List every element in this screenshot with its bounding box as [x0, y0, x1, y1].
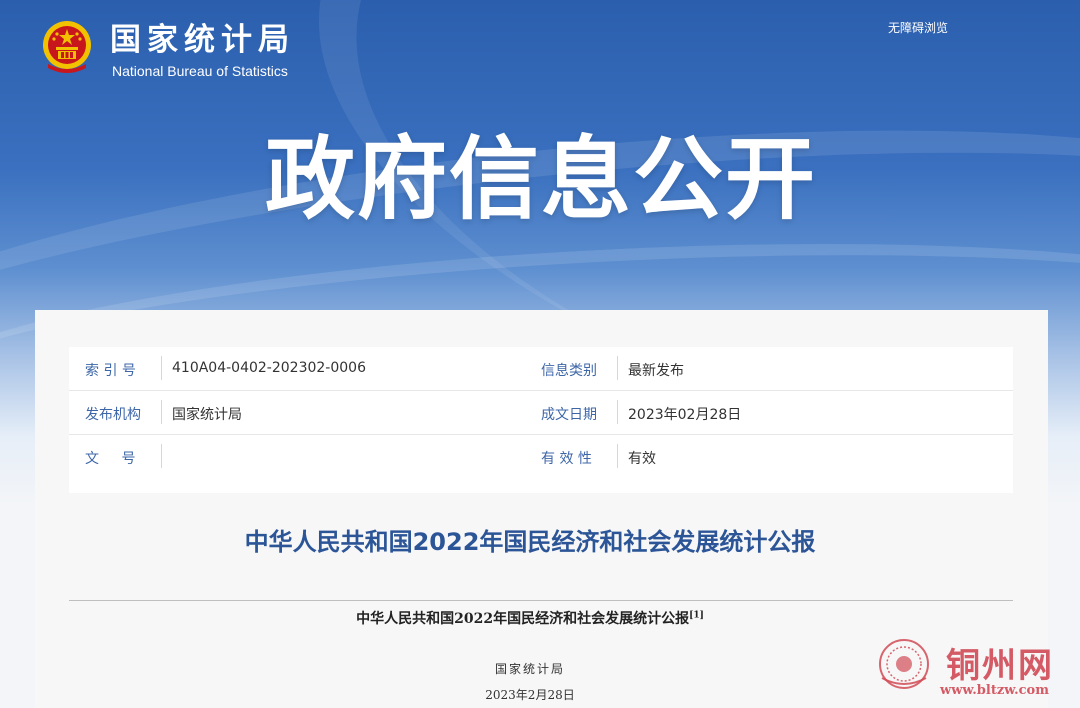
document-subtitle-text: 中华人民共和国2022年国民经济和社会发展统计公报 [356, 611, 690, 627]
hero-title: 政府信息公开 [265, 127, 817, 232]
separator [617, 444, 618, 468]
category-value: 最新发布 [628, 363, 684, 379]
doc-number-label: 文 号 [85, 451, 145, 467]
index-value: 410A04-0402-202302-0006 [172, 360, 366, 376]
document-subtitle: 中华人民共和国2022年国民经济和社会发展统计公报[1] [35, 608, 1025, 628]
validity-label: 有 效 性 [541, 451, 592, 467]
watermark-name: 铜州网 [946, 646, 1054, 686]
page: 国家统计局 National Bureau of Statistics 无障碍浏… [0, 0, 1080, 708]
publisher-value: 国家统计局 [172, 407, 242, 423]
separator [617, 400, 618, 424]
date-value: 2023年02月28日 [628, 407, 742, 423]
metadata-row: 发布机构 国家统计局 成文日期 2023年02月28日 [69, 391, 1013, 435]
separator [161, 444, 162, 468]
category-label: 信息类别 [541, 363, 597, 379]
index-label: 索 引 号 [85, 363, 136, 379]
accessibility-link[interactable]: 无障碍浏览 [888, 19, 948, 36]
separator [161, 400, 162, 424]
footnote-link[interactable]: [1] [689, 610, 704, 620]
separator [617, 356, 618, 380]
divider [69, 600, 1013, 601]
national-emblem-icon[interactable] [42, 20, 92, 74]
separator [161, 356, 162, 380]
metadata-row: 索 引 号 410A04-0402-202302-0006 信息类别 最新发布 [69, 347, 1013, 391]
date-label: 成文日期 [541, 407, 597, 423]
site-name-cn[interactable]: 国家统计局 [110, 14, 295, 59]
document-issuer: 国家统计局 [494, 662, 565, 676]
document-title: 中华人民共和国2022年国民经济和社会发展统计公报 [244, 528, 816, 556]
watermark-url: www.bltzw.com [940, 683, 1049, 698]
document-issue-date: 2023年2月28日 [485, 688, 575, 702]
watermark-seal-icon [879, 639, 929, 689]
document-metadata-table: 索 引 号 410A04-0402-202302-0006 信息类别 最新发布 … [69, 347, 1013, 493]
metadata-row: 文 号 有 效 性 有效 [69, 435, 1013, 478]
publisher-label: 发布机构 [85, 407, 141, 423]
site-name-en[interactable]: National Bureau of Statistics [112, 63, 288, 79]
validity-value: 有效 [628, 451, 656, 467]
